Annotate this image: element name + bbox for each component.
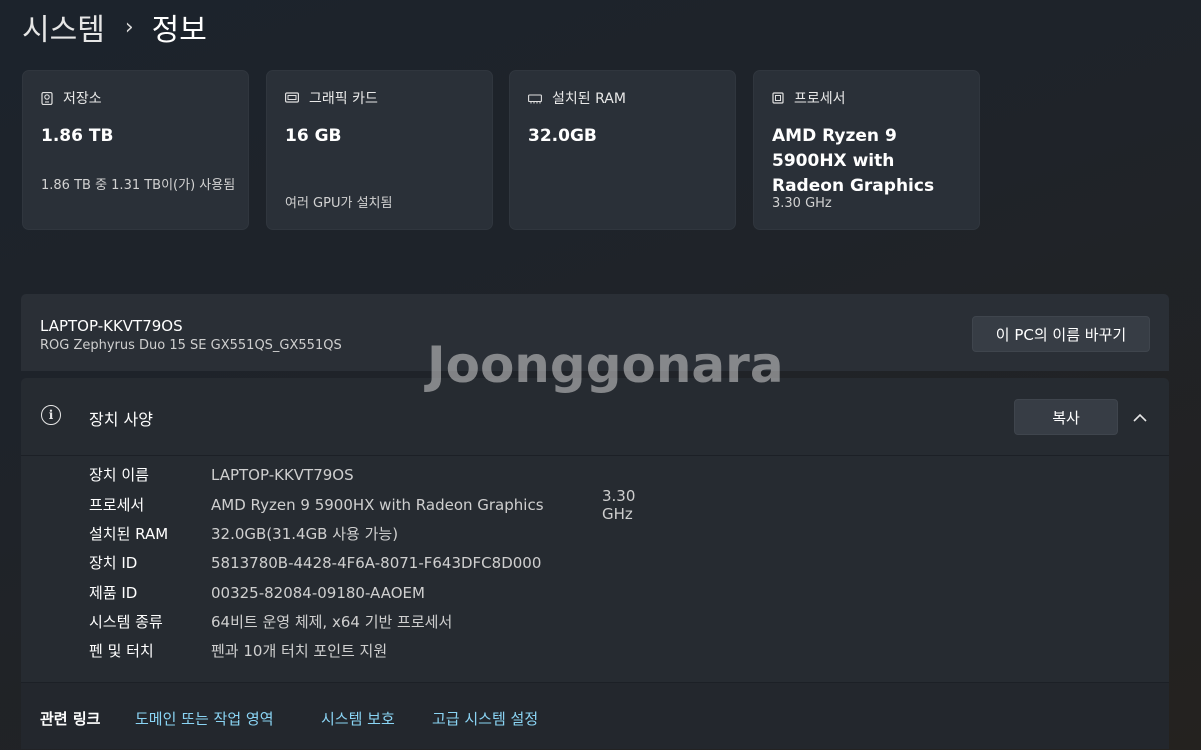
spec-value: 64비트 운영 체제, x64 기반 프로세서 xyxy=(211,613,453,631)
spec-key: 장치 이름 xyxy=(89,466,149,484)
spec-key: 장치 ID xyxy=(89,554,138,572)
page-title: 정보 xyxy=(151,13,207,48)
breadcrumb-system[interactable]: 시스템 xyxy=(22,5,105,49)
processor-value: AMD Ryzen 9 5900HX with Radeon Graphics xyxy=(772,126,935,196)
device-specs-title: 장치 사양 xyxy=(89,410,153,429)
pc-name: LAPTOP-KKVT79OS xyxy=(40,317,183,335)
storage-value: 1.86 TB xyxy=(41,126,114,146)
spec-value: 32.0GB(31.4GB 사용 가능) xyxy=(211,525,399,543)
gpu-note: 여러 GPU가 설치됨 xyxy=(285,196,393,211)
spec-key: 제품 ID xyxy=(89,584,138,602)
spec-row-ram: 설치된 RAM 32.0GB(31.4GB 사용 가능) xyxy=(89,519,398,548)
spec-key: 프로세서 xyxy=(89,496,145,514)
spec-value: 5813780B-4428-4F6A-8071-F643DFC8D000 xyxy=(211,553,542,572)
spec-value: LAPTOP-KKVT79OS xyxy=(211,465,354,484)
storage-card-header: 저장소 xyxy=(41,88,102,108)
spec-row-system-type: 시스템 종류 64비트 운영 체제, x64 기반 프로세서 xyxy=(89,607,452,636)
spec-row-processor: 프로세서 AMD Ryzen 9 5900HX with Radeon Grap… xyxy=(89,487,635,523)
spec-value: 펜과 10개 터치 포인트 지원 xyxy=(211,642,388,660)
spec-row-device-id: 장치 ID 5813780B-4428-4F6A-8071-F643DFC8D0… xyxy=(89,548,541,577)
storage-usage: 1.86 TB 중 1.31 TB이(가) 사용됨 xyxy=(41,178,236,193)
info-icon: i xyxy=(41,405,61,425)
related-links: 관련 링크 도메인 또는 작업 영역 시스템 보호 고급 시스템 설정 xyxy=(21,682,1169,749)
rename-pc-button[interactable]: 이 PC의 이름 바꾸기 xyxy=(972,316,1150,352)
processor-card[interactable]: 프로세서 AMD Ryzen 9 5900HX with Radeon Grap… xyxy=(753,70,980,230)
ram-icon xyxy=(528,92,542,104)
device-specs-panel: i 장치 사양 복사 장치 이름 LAPTOP-KKVT79OS 프로세서 AM… xyxy=(21,378,1169,749)
storage-card-title: 저장소 xyxy=(63,91,102,107)
spec-key: 설치된 RAM xyxy=(89,525,169,543)
spec-key: 펜 및 터치 xyxy=(89,642,154,660)
spec-key: 시스템 종류 xyxy=(89,613,163,631)
chevron-up-icon[interactable] xyxy=(1130,402,1150,432)
ram-value: 32.0GB xyxy=(528,126,597,146)
gpu-card-title: 그래픽 카드 xyxy=(309,91,378,107)
processor-card-header: 프로세서 xyxy=(772,88,846,108)
related-links-label: 관련 링크 xyxy=(40,710,101,728)
spec-value: AMD Ryzen 9 5900HX with Radeon Graphics xyxy=(211,495,544,514)
breadcrumb: 시스템 › 정보 xyxy=(22,6,207,48)
gpu-value: 16 GB xyxy=(285,126,342,146)
copy-button[interactable]: 복사 xyxy=(1014,399,1118,435)
spec-row-pen-touch: 펜 및 터치 펜과 10개 터치 포인트 지원 xyxy=(89,636,387,665)
gpu-card-header: 그래픽 카드 xyxy=(285,88,378,108)
processor-card-title: 프로세서 xyxy=(794,91,846,107)
spec-value: 00325-82084-09180-AAOEM xyxy=(211,583,425,602)
ram-card[interactable]: 설치된 RAM 32.0GB xyxy=(509,70,736,230)
spec-value-speed: 3.30 GHz xyxy=(602,486,636,523)
storage-icon xyxy=(41,91,53,106)
processor-icon xyxy=(772,92,784,104)
spec-row-device-name: 장치 이름 LAPTOP-KKVT79OS xyxy=(89,460,354,489)
gpu-card[interactable]: 그래픽 카드 16 GB 여러 GPU가 설치됨 xyxy=(266,70,493,230)
storage-card[interactable]: 저장소 1.86 TB 1.86 TB 중 1.31 TB이(가) 사용됨 xyxy=(22,70,249,230)
pc-name-panel: LAPTOP-KKVT79OS ROG Zephyrus Duo 15 SE G… xyxy=(21,294,1169,371)
device-specs-header[interactable]: i 장치 사양 복사 xyxy=(21,378,1169,456)
gpu-icon xyxy=(285,92,300,104)
pc-model: ROG Zephyrus Duo 15 SE GX551QS_GX551QS xyxy=(40,338,342,353)
ram-card-header: 설치된 RAM xyxy=(528,88,626,108)
domain-workgroup-link[interactable]: 도메인 또는 작업 영역 xyxy=(135,708,274,729)
system-protection-link[interactable]: 시스템 보호 xyxy=(321,708,395,729)
spec-row-product-id: 제품 ID 00325-82084-09180-AAOEM xyxy=(89,578,425,607)
processor-speed: 3.30 GHz xyxy=(772,196,832,211)
breadcrumb-separator: › xyxy=(124,14,134,40)
advanced-system-settings-link[interactable]: 고급 시스템 설정 xyxy=(432,708,538,729)
ram-card-title: 설치된 RAM xyxy=(552,91,626,107)
